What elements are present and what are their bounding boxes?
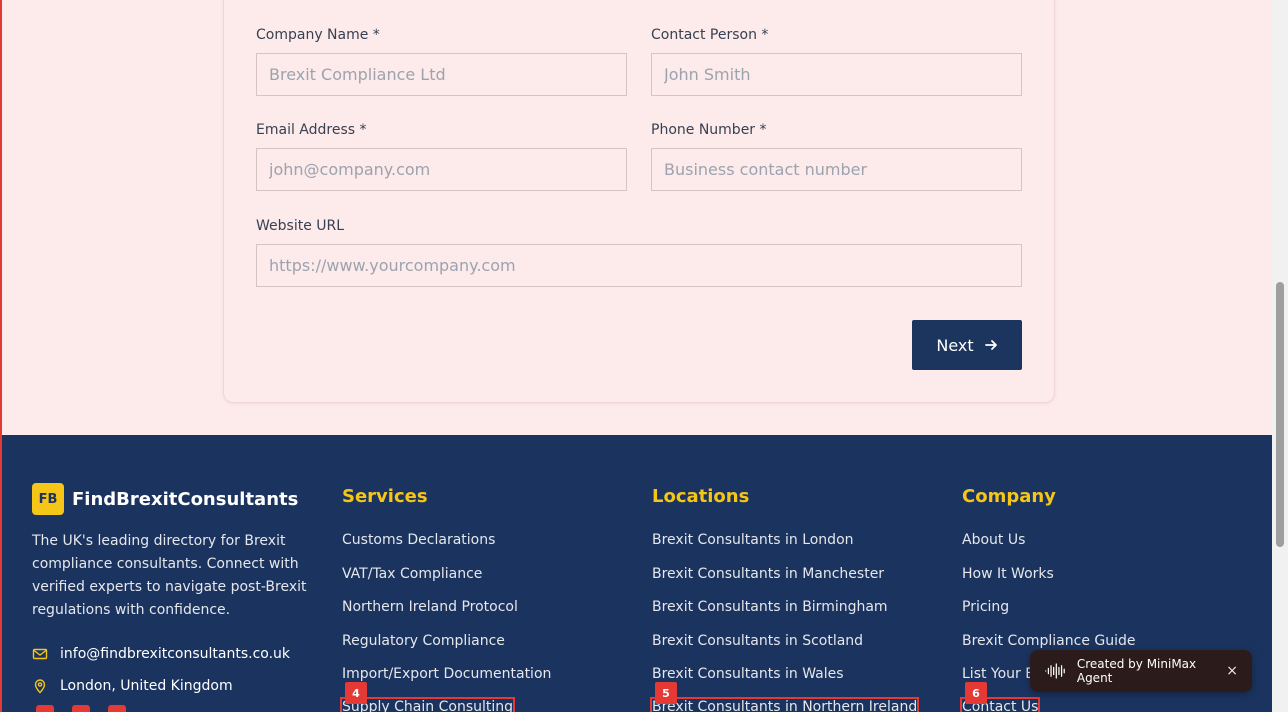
brand-name: FindBrexitConsultants: [72, 488, 299, 510]
company-link[interactable]: About Us: [962, 532, 1025, 548]
contact-person-input[interactable]: [651, 53, 1022, 96]
services-link[interactable]: VAT/Tax Compliance: [342, 566, 482, 582]
social-icon[interactable]: [36, 705, 54, 712]
services-link[interactable]: Customs Declarations: [342, 532, 495, 548]
minimax-toast: Created by MiniMax Agent ×: [1030, 650, 1252, 692]
arrow-right-icon: [984, 340, 997, 350]
services-link[interactable]: Regulatory Compliance: [342, 633, 505, 649]
social-icon[interactable]: [108, 705, 126, 712]
phone-label: Phone Number *: [651, 122, 767, 138]
brand-description: The UK's leading directory for Brexit co…: [32, 533, 307, 618]
form-section: Company Name * Contact Person * Email Ad…: [2, 0, 1272, 435]
services-link-highlighted[interactable]: Supply Chain Consulting: [339, 697, 516, 712]
social-icon[interactable]: [72, 705, 90, 712]
contact-email[interactable]: info@findbrexitconsultants.co.uk: [32, 646, 290, 662]
locations-title: Locations: [652, 486, 750, 507]
website-input[interactable]: [256, 244, 1022, 287]
phone-input[interactable]: [651, 148, 1022, 191]
contact-location: London, United Kingdom: [32, 678, 233, 694]
locations-link[interactable]: Brexit Consultants in London: [652, 532, 854, 548]
footer-brand[interactable]: FB FindBrexitConsultants: [32, 483, 298, 515]
services-link[interactable]: Import/Export Documentation: [342, 666, 551, 682]
locations-link[interactable]: Brexit Consultants in Manchester: [652, 566, 884, 582]
contact-email-text: info@findbrexitconsultants.co.uk: [60, 646, 291, 662]
locations-link-highlighted[interactable]: Brexit Consultants in Northern Ireland: [649, 697, 920, 712]
scrollbar-thumb[interactable]: [1276, 282, 1284, 547]
services-title: Services: [342, 486, 428, 507]
company-title: Company: [962, 486, 1056, 507]
next-button[interactable]: Next: [912, 320, 1022, 370]
services-link[interactable]: Northern Ireland Protocol: [342, 599, 518, 615]
company-name-label: Company Name *: [256, 27, 380, 43]
map-pin-icon: [34, 679, 46, 694]
next-button-label: Next: [936, 335, 974, 355]
company-link[interactable]: Pricing: [962, 599, 1009, 615]
contact-person-label: Contact Person *: [651, 27, 769, 43]
company-link[interactable]: How It Works: [962, 566, 1054, 582]
mail-icon: [32, 648, 48, 660]
website-label: Website URL: [256, 218, 345, 234]
locations-link[interactable]: Brexit Consultants in Scotland: [652, 633, 863, 649]
toast-text: Created by MiniMax Agent: [1076, 657, 1197, 685]
page: Company Name * Contact Person * Email Ad…: [0, 0, 1272, 712]
waveform-icon: [1045, 663, 1065, 679]
close-icon[interactable]: ×: [1226, 663, 1238, 679]
email-label: Email Address *: [256, 122, 367, 138]
company-name-input[interactable]: [256, 53, 627, 96]
contact-location-text: London, United Kingdom: [60, 678, 233, 694]
locations-link[interactable]: Brexit Consultants in Wales: [652, 666, 844, 682]
brand-logo: FB: [32, 483, 64, 515]
company-link[interactable]: Brexit Compliance Guide: [962, 633, 1136, 649]
scrollbar[interactable]: [1272, 0, 1288, 712]
annotation-badge: 4: [345, 682, 367, 704]
email-input[interactable]: [256, 148, 627, 191]
locations-link[interactable]: Brexit Consultants in Birmingham: [652, 599, 888, 615]
annotation-badge: 5: [655, 682, 677, 704]
annotation-badge: 6: [965, 682, 987, 704]
